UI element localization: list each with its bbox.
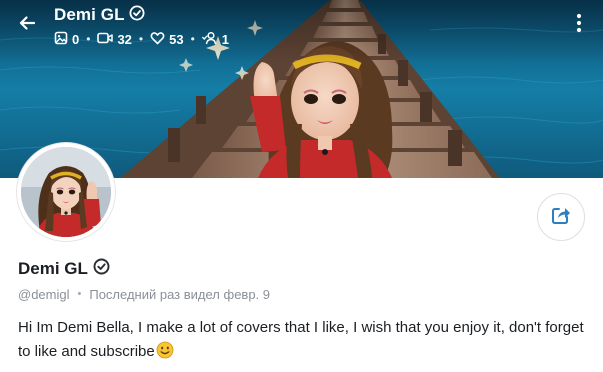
more-menu-button[interactable] (568, 12, 590, 38)
video-icon (97, 31, 114, 48)
stat-photos[interactable]: 0 (54, 31, 79, 48)
share-button[interactable] (537, 193, 585, 241)
header-info: Demi GL 0 • 32 • 53 • 1 (54, 4, 229, 47)
arrow-left-icon (17, 13, 37, 38)
stat-likes[interactable]: 53 (150, 31, 184, 48)
verified-badge-icon (93, 258, 110, 280)
bio-text: Hi Im Demi Bella, I make a lot of covers… (18, 319, 584, 360)
profile-name: Demi GL (18, 259, 88, 278)
profile-bio: Hi Im Demi Bella, I make a lot of covers… (18, 316, 596, 367)
header-stats: 0 • 32 • 53 • 1 (54, 31, 229, 47)
profile-name-row: Demi GL (18, 258, 110, 280)
stat-followers[interactable]: 1 (201, 31, 230, 48)
stat-likes-count: 53 (169, 31, 184, 47)
smiling-face-emoji (156, 341, 174, 367)
profile-meta: @demigl • Последний раз видел февр. 9 (18, 285, 270, 303)
last-seen: Последний раз видел февр. 9 (89, 286, 271, 302)
stat-videos-count: 32 (117, 31, 132, 47)
stat-photos-count: 0 (72, 31, 80, 47)
back-button[interactable] (12, 10, 42, 40)
header-title: Demi GL (54, 5, 125, 24)
heart-icon (150, 31, 165, 48)
profile-handle: @demigl (18, 286, 70, 302)
avatar-image (21, 147, 111, 237)
more-vertical-icon (576, 13, 582, 38)
share-icon (550, 204, 572, 231)
meta-separator: • (77, 288, 82, 300)
stat-videos[interactable]: 32 (97, 31, 132, 48)
stat-separator: • (190, 32, 195, 46)
verified-badge-icon (129, 5, 145, 26)
user-check-icon (201, 31, 218, 48)
image-icon (54, 31, 68, 48)
avatar[interactable] (17, 143, 115, 241)
stat-followers-count: 1 (221, 31, 230, 47)
stat-separator: • (138, 32, 144, 46)
stat-separator: • (86, 32, 91, 46)
